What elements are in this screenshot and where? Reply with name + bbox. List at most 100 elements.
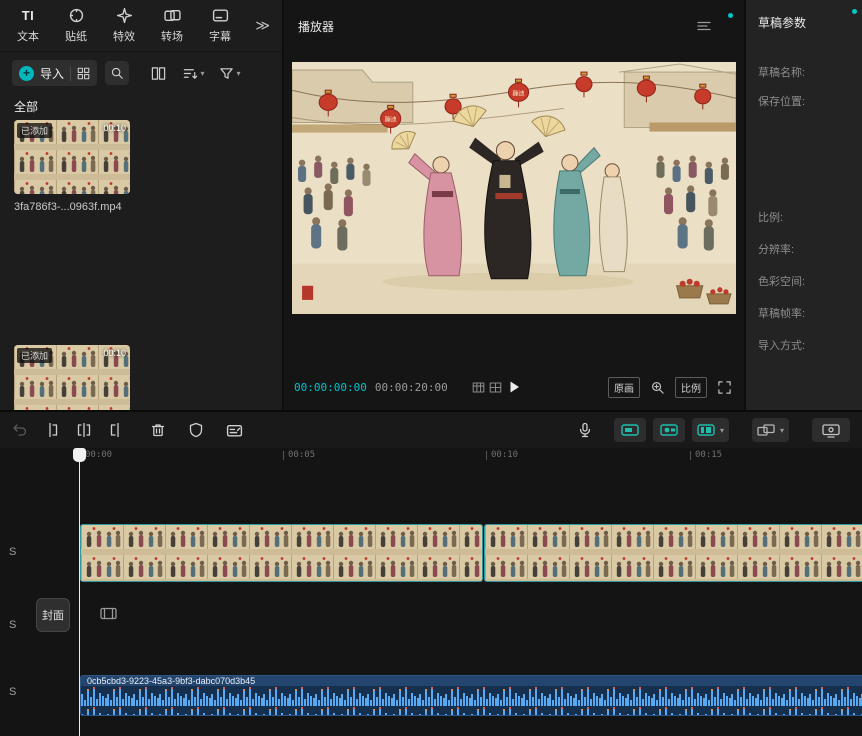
tab-caption[interactable]: 字幕: [196, 7, 244, 44]
draft-params-panel: 草稿参数 草稿名称: 保存位置: 比例: 分辨率: 色彩空间: 草稿帧率: 导入…: [745, 0, 862, 410]
split-left-icon[interactable]: [44, 422, 60, 438]
zoom-fit-icon[interactable]: [650, 380, 665, 395]
split-right-icon[interactable]: [108, 422, 124, 438]
chevron-down-icon: ▾: [200, 69, 204, 78]
field-resolution-label: 分辨率:: [758, 241, 794, 257]
play-button[interactable]: [506, 379, 522, 395]
import-button[interactable]: + 导入: [12, 60, 97, 86]
audio-waveform: [81, 686, 862, 716]
video-editor-app: TI 文本 贴纸 特效 转场: [0, 0, 862, 736]
timeline-track-controls: ▾ ▾: [577, 418, 850, 442]
svg-text:蹦迪: 蹦迪: [512, 89, 524, 97]
caption-icon: [212, 7, 229, 24]
track-magnet-toggle[interactable]: [614, 418, 646, 442]
search-button[interactable]: [105, 61, 129, 85]
video-clip-1-filmstrip: [81, 525, 482, 582]
filter-icon: [219, 66, 234, 81]
shield-icon[interactable]: [188, 422, 204, 438]
notification-dot: [852, 9, 857, 14]
tab-effects-label: 特效: [113, 28, 135, 44]
player-header: 播放器: [284, 0, 744, 52]
track-link-toggle[interactable]: [653, 418, 685, 442]
mic-icon[interactable]: [577, 422, 593, 438]
playhead-handle[interactable]: [73, 448, 86, 462]
ratio-button[interactable]: 比例: [675, 377, 707, 398]
transition-icon: [164, 7, 181, 24]
media-item-1-filename: 3fa786f3-...0963f.mp4: [14, 201, 254, 213]
field-ratio-label: 比例:: [758, 209, 783, 225]
tab-sticker[interactable]: 贴纸: [52, 7, 100, 44]
clip-duration: 00:10: [103, 123, 126, 133]
slide-frame-icon[interactable]: [100, 606, 117, 621]
current-time: 00:00:00:00: [294, 381, 367, 394]
ruler-label: 00:05: [288, 450, 315, 460]
split-icon[interactable]: [76, 422, 92, 438]
sort-dropdown[interactable]: ▾: [182, 61, 206, 85]
timeline-edit-tools: [12, 422, 243, 439]
timeline-area: 00:00 00:05 00:10 00:15 S S S 667002b7-a…: [0, 448, 862, 736]
added-badge: 已添加: [17, 123, 52, 138]
playhead-line: [79, 448, 80, 736]
undo-icon[interactable]: [12, 422, 28, 438]
text-tool-icon: TI: [22, 7, 35, 24]
field-frame-rate-label: 草稿帧率:: [758, 305, 805, 321]
added-badge: 已添加: [17, 348, 52, 363]
ruler-tick: [283, 451, 284, 460]
video-clip-1[interactable]: 667002b7-ac47-4ce9-b1f0-f708b9b7f914 00:…: [80, 524, 483, 582]
grid-small-icon[interactable]: [77, 67, 90, 80]
total-time: 00:00:20:00: [375, 381, 448, 394]
divider: [70, 66, 71, 81]
audio-clip-name: 0cb5cbd3-9223-45a3-9bf3-dabc070d3b45: [87, 676, 255, 686]
tab-caption-label: 字幕: [209, 28, 231, 44]
fullscreen-icon[interactable]: [717, 380, 732, 395]
ruler-tick: [690, 451, 691, 460]
tab-transition[interactable]: 转场: [148, 7, 196, 44]
cover-button[interactable]: 封面: [36, 598, 70, 632]
notification-dot: [728, 13, 733, 18]
video-preview: 蹦迪 蹦迪: [292, 62, 736, 314]
text-edit-icon[interactable]: [226, 422, 243, 439]
media-library-panel: TI 文本 贴纸 特效 转场: [0, 0, 283, 410]
audio-clip[interactable]: 0cb5cbd3-9223-45a3-9bf3-dabc070d3b45: [80, 675, 862, 716]
track-3-badge[interactable]: S: [9, 686, 16, 698]
import-label: 导入: [40, 65, 64, 82]
player-controls: 00:00:00:00 00:00:20:00 原画 比例: [284, 372, 744, 402]
clip-duration: 00:10: [103, 348, 126, 358]
overlay-mode-dropdown[interactable]: ▾: [752, 418, 789, 442]
field-draft-name-label: 草稿名称:: [758, 64, 805, 80]
chevron-down-icon: ▾: [780, 426, 784, 435]
expand-toolbar-button[interactable]: ≫: [255, 17, 270, 34]
params-title: 草稿参数: [746, 0, 862, 31]
filter-dropdown[interactable]: ▾: [218, 61, 242, 85]
track-1-badge[interactable]: S: [9, 546, 16, 558]
svg-text:蹦迪: 蹦迪: [385, 115, 397, 123]
timeline-ruler[interactable]: 00:00 00:05 00:10 00:15: [0, 448, 862, 464]
chevron-down-icon: ▾: [236, 69, 240, 78]
frame-grid-icon[interactable]: [472, 381, 502, 394]
original-quality-button[interactable]: 原画: [608, 377, 640, 398]
grid-view-icon[interactable]: [146, 61, 170, 85]
player-right-controls: 原画 比例: [608, 377, 732, 398]
media-item-1[interactable]: 已添加 00:10: [14, 120, 130, 194]
player-menu-icon[interactable]: [696, 18, 712, 34]
effects-icon: [116, 7, 133, 24]
filter-all-label[interactable]: 全部: [0, 92, 282, 119]
player-panel: 播放器 蹦迪: [284, 0, 744, 410]
player-title: 播放器: [298, 18, 334, 35]
tab-text[interactable]: TI 文本: [4, 7, 52, 44]
ruler-label: 00:10: [491, 450, 518, 460]
asset-type-toolbar: TI 文本 贴纸 特效 转场: [0, 0, 282, 52]
video-clip-2[interactable]: b4ab697b-e636-4700-9439-e276bf2375e6 00:…: [484, 524, 862, 582]
field-import-mode-label: 导入方式:: [758, 337, 805, 353]
track-2-badge[interactable]: S: [9, 619, 16, 631]
preview-output-button[interactable]: [812, 418, 850, 442]
tab-effects[interactable]: 特效: [100, 7, 148, 44]
ruler-label: 00:00: [85, 450, 112, 460]
media-item-2[interactable]: 已添加 00:10: [14, 345, 130, 410]
chevron-down-icon: ▾: [720, 426, 724, 435]
track-snap-dropdown[interactable]: ▾: [692, 418, 729, 442]
tab-sticker-label: 贴纸: [65, 28, 87, 44]
delete-icon[interactable]: [150, 422, 166, 438]
plus-icon: +: [19, 66, 34, 81]
search-icon: [110, 66, 124, 80]
